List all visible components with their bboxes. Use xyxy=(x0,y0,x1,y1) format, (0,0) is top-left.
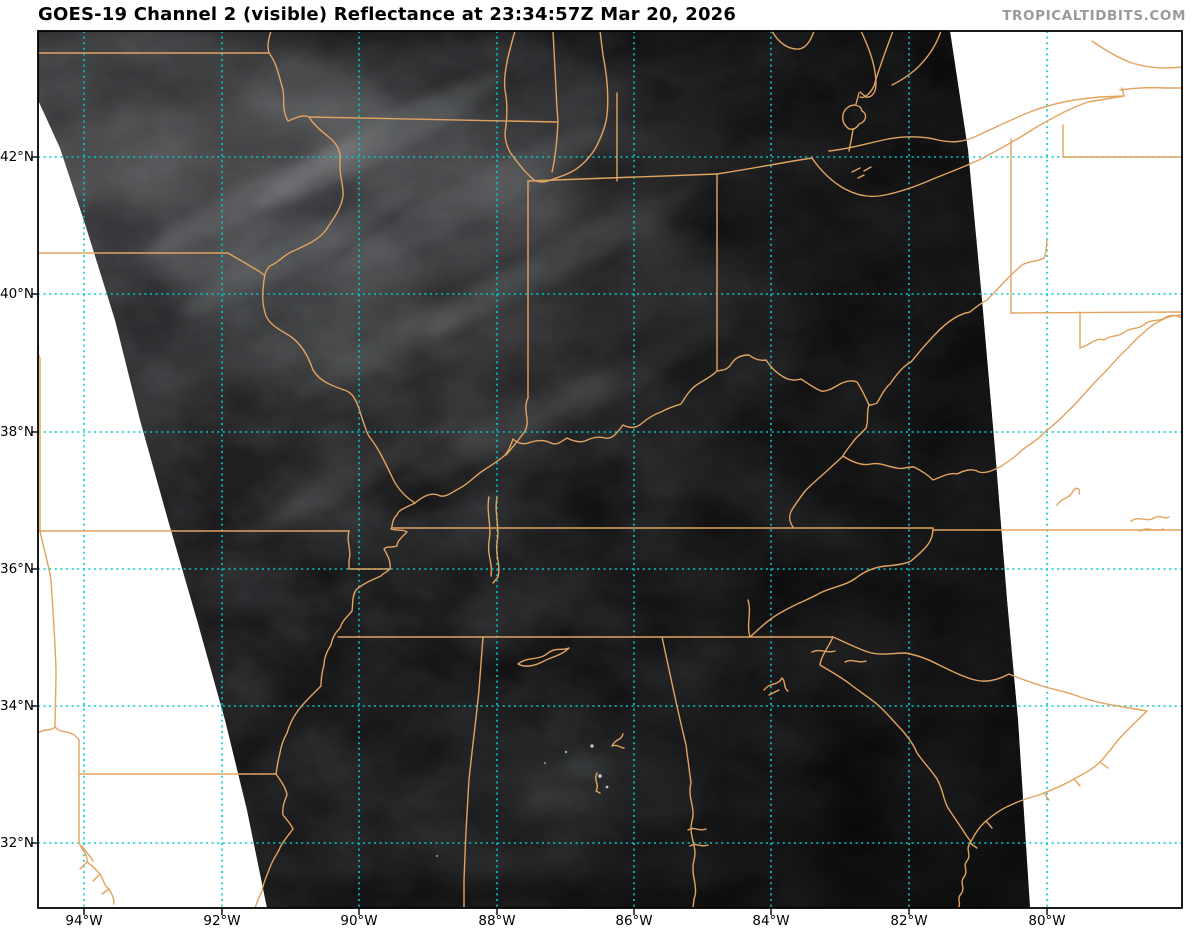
lon-tick-label: 90°W xyxy=(340,913,378,929)
cloud-texture xyxy=(38,31,1030,908)
lon-tick-label: 80°W xyxy=(1028,913,1066,929)
lat-tick-label: 42°N xyxy=(0,149,35,165)
lon-tick-label: 88°W xyxy=(478,913,516,929)
lon-tick-label: 92°W xyxy=(203,913,241,929)
lon-tick-label: 82°W xyxy=(890,913,928,929)
lat-tick-label: 40°N xyxy=(0,286,35,302)
lon-tick-label: 86°W xyxy=(615,913,653,929)
lon-tick-label: 94°W xyxy=(65,913,103,929)
lat-tick-label: 36°N xyxy=(0,561,35,577)
satellite-map-image xyxy=(31,30,1183,915)
lon-tick-label: 84°W xyxy=(752,913,790,929)
lat-tick-label: 34°N xyxy=(0,698,35,714)
lat-tick-label: 32°N xyxy=(0,835,35,851)
goes-satellite-viewer: GOES-19 Channel 2 (visible) Reflectance … xyxy=(0,0,1200,929)
lat-tick-label: 38°N xyxy=(0,424,35,440)
